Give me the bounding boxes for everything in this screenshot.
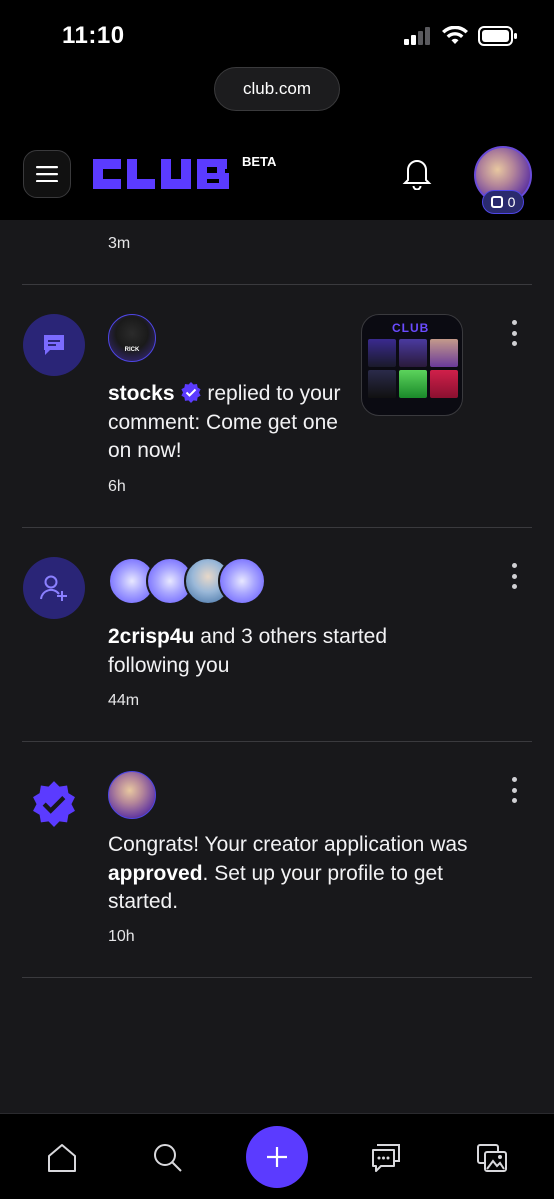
battery-icon — [478, 26, 517, 46]
partial-item-time: 3m — [108, 235, 131, 252]
club-logo[interactable] — [93, 155, 241, 193]
notification-text: Congrats! Your creator application was a… — [108, 831, 478, 917]
add-user-icon — [40, 575, 67, 601]
bottom-nav — [0, 1113, 554, 1199]
username[interactable]: 2crisp4u — [108, 625, 194, 648]
more-options-button[interactable] — [504, 561, 524, 591]
beta-label: BETA — [242, 154, 277, 169]
coin-icon — [490, 196, 503, 208]
follow-type-badge — [23, 557, 85, 619]
gallery-icon — [477, 1144, 507, 1172]
nav-search[interactable] — [152, 1142, 184, 1174]
divider — [22, 977, 532, 978]
nav-home[interactable] — [46, 1142, 78, 1174]
add-icon — [267, 1147, 287, 1167]
follower-avatar[interactable] — [218, 557, 266, 605]
app-header: BETA 0 — [0, 118, 554, 220]
user-avatar[interactable] — [108, 771, 156, 819]
notification-text: stocks replied to your comment: Come get… — [108, 380, 348, 466]
signal-icon — [404, 27, 430, 45]
more-options-button[interactable] — [504, 318, 524, 348]
hamburger-icon — [36, 166, 58, 182]
status-bar: 11:10 — [0, 0, 554, 62]
search-icon — [154, 1144, 182, 1172]
notifications-feed: 3m RICK stocks replied to your comment: … — [0, 220, 554, 1113]
comment-icon — [44, 335, 64, 355]
avatar-label: RICK — [124, 347, 140, 353]
messages-icon — [372, 1144, 400, 1172]
comment-type-badge — [23, 314, 85, 376]
notification-text: 2crisp4u and 3 others started following … — [108, 623, 438, 680]
coin-badge[interactable]: 0 — [482, 190, 524, 214]
stocks-avatar[interactable]: RICK — [108, 314, 156, 362]
notification-time: 6h — [108, 478, 126, 495]
nav-messages[interactable] — [370, 1142, 402, 1174]
status-time: 11:10 — [62, 22, 125, 49]
bell-icon[interactable] — [400, 156, 434, 190]
menu-button[interactable] — [23, 150, 71, 198]
more-options-button[interactable] — [504, 775, 524, 805]
coin-count: 0 — [507, 194, 516, 210]
add-button[interactable] — [246, 1126, 308, 1188]
text-bold: approved — [108, 861, 203, 885]
wifi-icon — [442, 26, 468, 44]
divider — [22, 527, 532, 528]
browser-bar: club.com — [0, 62, 554, 118]
nav-gallery[interactable] — [476, 1142, 508, 1174]
divider — [22, 741, 532, 742]
username[interactable]: stocks — [108, 382, 175, 405]
home-icon — [48, 1144, 76, 1172]
verified-badge-icon — [33, 781, 75, 827]
thumbnail-logo: CLUB — [392, 321, 430, 335]
divider — [22, 284, 532, 285]
status-icons — [404, 26, 518, 46]
url-pill[interactable]: club.com — [214, 67, 340, 111]
notification-time: 44m — [108, 692, 140, 709]
notification-time: 10h — [108, 928, 135, 945]
post-thumbnail[interactable]: CLUB — [361, 314, 463, 416]
thumbnail-grid — [368, 339, 458, 398]
verified-icon — [180, 382, 201, 403]
text-before: Congrats! Your creator application was — [108, 833, 468, 856]
